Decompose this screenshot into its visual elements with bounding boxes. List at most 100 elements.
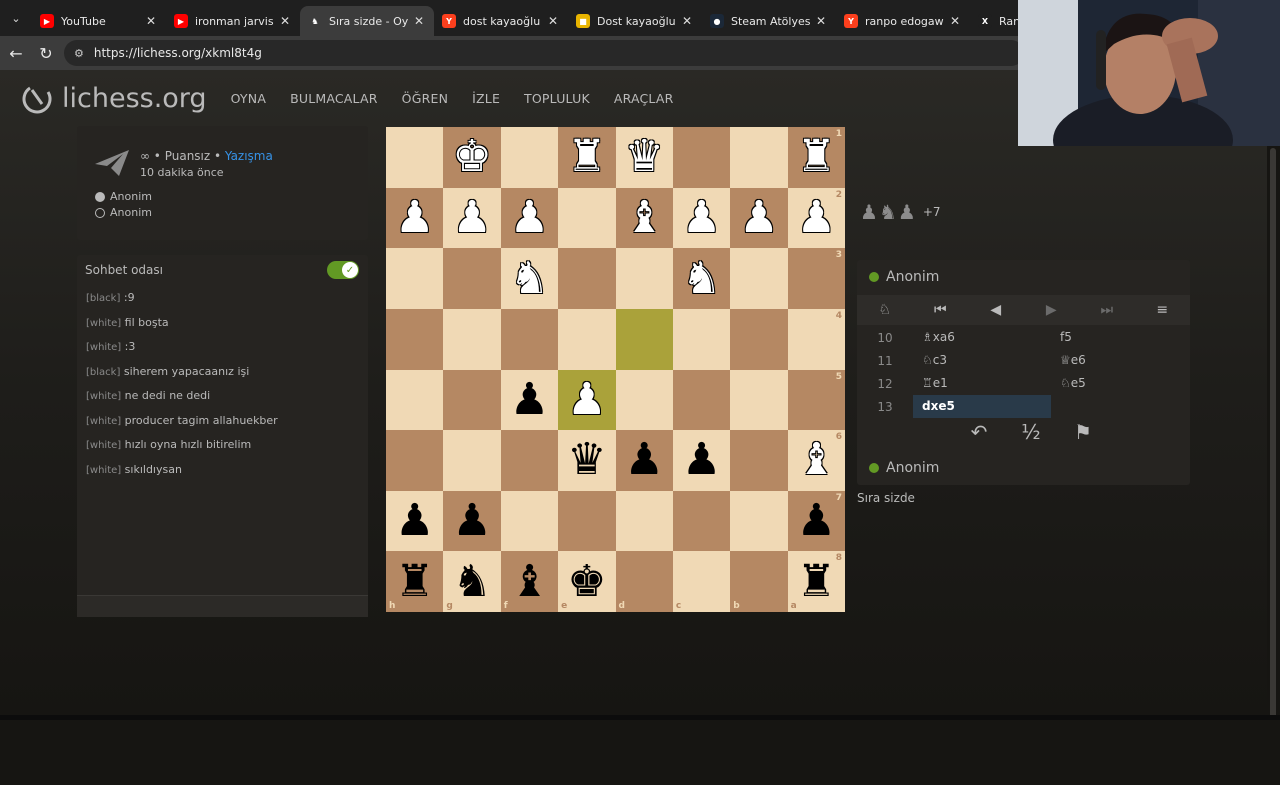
board-square[interactable]: ♜ 1 xyxy=(787,127,845,188)
white-knight-piece[interactable]: ♞ xyxy=(682,256,721,301)
tab-close-icon[interactable]: ✕ xyxy=(278,14,292,28)
board-square[interactable]: ♚ xyxy=(443,127,501,188)
black-queen-piece[interactable]: ♛ xyxy=(567,438,606,482)
board-square[interactable] xyxy=(386,248,444,309)
tab-close-icon[interactable]: ✕ xyxy=(144,14,158,28)
board-square[interactable]: ♟ xyxy=(500,187,559,249)
board-square[interactable] xyxy=(443,369,501,431)
board-square[interactable]: 3 xyxy=(787,248,845,309)
board-square[interactable]: ♛ xyxy=(558,430,616,491)
board-square[interactable] xyxy=(386,430,444,491)
nav-item[interactable]: BULMACALAR xyxy=(290,91,378,106)
flip-board-icon[interactable]: ♘ xyxy=(857,302,913,318)
tab-close-icon[interactable]: ✕ xyxy=(412,14,426,28)
last-move-icon[interactable]: ⏭ xyxy=(1079,302,1135,318)
board-square[interactable] xyxy=(730,490,788,552)
nav-item[interactable]: TOPLULUK xyxy=(524,91,590,106)
board-square[interactable]: ♛ xyxy=(615,127,673,188)
black-rook-piece[interactable]: ♜ xyxy=(797,559,836,604)
black-knight-piece[interactable]: ♞ xyxy=(452,559,491,604)
board-square[interactable] xyxy=(672,490,731,552)
white-rook-piece[interactable]: ♜ xyxy=(797,135,836,179)
board-square[interactable] xyxy=(500,127,559,188)
white-move[interactable]: dxe5 xyxy=(913,395,1051,418)
browser-tab[interactable]: ▶ YouTube ✕ xyxy=(32,6,166,36)
board-square[interactable] xyxy=(386,308,444,370)
white-pawn-piece[interactable]: ♟ xyxy=(452,195,491,240)
scrollbar-thumb[interactable] xyxy=(1270,148,1276,718)
white-move[interactable]: ♘c3 xyxy=(913,349,1051,372)
browser-tab[interactable]: ■ Dost kayaoğlu erikl ✕ xyxy=(568,6,702,36)
white-move[interactable]: ♖e1 xyxy=(913,372,1051,395)
black-pawn-piece[interactable]: ♟ xyxy=(624,438,663,482)
board-square[interactable]: ♟ xyxy=(672,430,731,491)
prev-move-icon[interactable]: ◀ xyxy=(968,302,1024,318)
board-square[interactable]: ♟ xyxy=(558,369,616,431)
board-square[interactable] xyxy=(500,308,559,370)
board-square[interactable]: ♟ xyxy=(443,490,501,552)
white-pawn-piece[interactable]: ♟ xyxy=(739,195,778,240)
chat-user[interactable]: [white] xyxy=(86,391,121,402)
board-square[interactable]: ♞ xyxy=(500,248,559,309)
site-info-icon[interactable]: ⚙ xyxy=(74,47,84,60)
first-move-icon[interactable]: ⏮ xyxy=(913,302,969,318)
tab-close-icon[interactable]: ✕ xyxy=(814,14,828,28)
board-square[interactable] xyxy=(730,369,788,431)
board-square[interactable]: ♟ xyxy=(386,490,444,552)
board-square[interactable]: ♝ xyxy=(615,187,673,249)
white-pawn-piece[interactable]: ♟ xyxy=(395,195,434,240)
board-square[interactable] xyxy=(615,369,673,431)
chat-user[interactable]: [black] xyxy=(86,367,120,378)
nav-item[interactable]: ARAÇLAR xyxy=(614,91,674,106)
board-square[interactable]: ♞ xyxy=(672,248,731,309)
white-pawn-piece[interactable]: ♟ xyxy=(682,195,721,240)
site-logo[interactable]: lichess.org xyxy=(22,82,207,114)
board-square[interactable]: ♟ xyxy=(443,187,501,249)
white-pawn-piece[interactable]: ♟ xyxy=(567,377,606,422)
black-pawn-piece[interactable]: ♟ xyxy=(452,499,491,543)
bottom-player[interactable]: Anonim xyxy=(869,458,939,478)
chat-user[interactable]: [white] xyxy=(86,465,121,476)
board-square[interactable]: ♜ 8 a xyxy=(787,551,845,612)
nav-item[interactable]: İZLE xyxy=(472,91,500,106)
board-square[interactable] xyxy=(443,430,501,491)
chat-user[interactable]: [white] xyxy=(86,440,121,451)
board-square[interactable] xyxy=(615,248,673,309)
white-queen-piece[interactable]: ♛ xyxy=(624,135,663,179)
board-square[interactable] xyxy=(386,127,444,188)
black-move[interactable]: f5 xyxy=(1051,326,1189,349)
board-square[interactable]: ♟ xyxy=(386,187,444,249)
board-square[interactable] xyxy=(500,430,559,491)
black-pawn-piece[interactable]: ♟ xyxy=(797,499,836,543)
board-square[interactable]: ♞ g xyxy=(443,551,501,612)
board-square[interactable] xyxy=(672,127,731,188)
page-scrollbar[interactable] xyxy=(1267,140,1280,785)
chess-board[interactable]: ♚ ♜ ♛ ♜ 1 ♟ ♟ ♟ ♝ ♟ ♟ ♟ 2 ♞ ♞ 3 4 ♟ ♟ 5 ♛ ♟ ♟ ♝ 6 ♟ ♟ ♟ 7 ♜ h ♞ g ♝ f ♚ e d c b… xyxy=(386,127,845,612)
board-square[interactable] xyxy=(443,248,501,309)
black-move[interactable]: ♕e6 xyxy=(1051,349,1189,372)
back-icon[interactable]: ← xyxy=(2,39,30,67)
tab-close-icon[interactable]: ✕ xyxy=(948,14,962,28)
browser-tab[interactable]: Ydost kayaoğlu erikli ✕ xyxy=(434,6,568,36)
board-square[interactable]: 4 xyxy=(787,308,845,370)
player-white[interactable]: Anonim xyxy=(95,190,152,203)
black-pawn-piece[interactable]: ♟ xyxy=(510,377,549,422)
board-square[interactable]: ♝ 6 xyxy=(787,430,845,491)
board-square[interactable] xyxy=(558,308,616,370)
board-square[interactable]: ♟ xyxy=(730,187,788,249)
menu-icon[interactable]: ≡ xyxy=(1135,302,1191,318)
white-king-piece[interactable]: ♚ xyxy=(452,135,491,179)
board-square[interactable] xyxy=(615,490,673,552)
white-pawn-piece[interactable]: ♟ xyxy=(797,195,836,240)
board-square[interactable]: c xyxy=(672,551,731,612)
board-square[interactable]: d xyxy=(615,551,673,612)
board-square[interactable]: ♜ xyxy=(558,127,616,188)
board-square[interactable] xyxy=(558,187,616,249)
game-mode-link[interactable]: Yazışma xyxy=(225,149,273,163)
black-move[interactable]: ♘e5 xyxy=(1051,372,1189,395)
board-square[interactable]: ♟ xyxy=(615,430,673,491)
board-square[interactable] xyxy=(730,127,788,188)
black-rook-piece[interactable]: ♜ xyxy=(395,559,434,604)
board-square[interactable] xyxy=(672,369,731,431)
black-pawn-piece[interactable]: ♟ xyxy=(682,438,721,482)
